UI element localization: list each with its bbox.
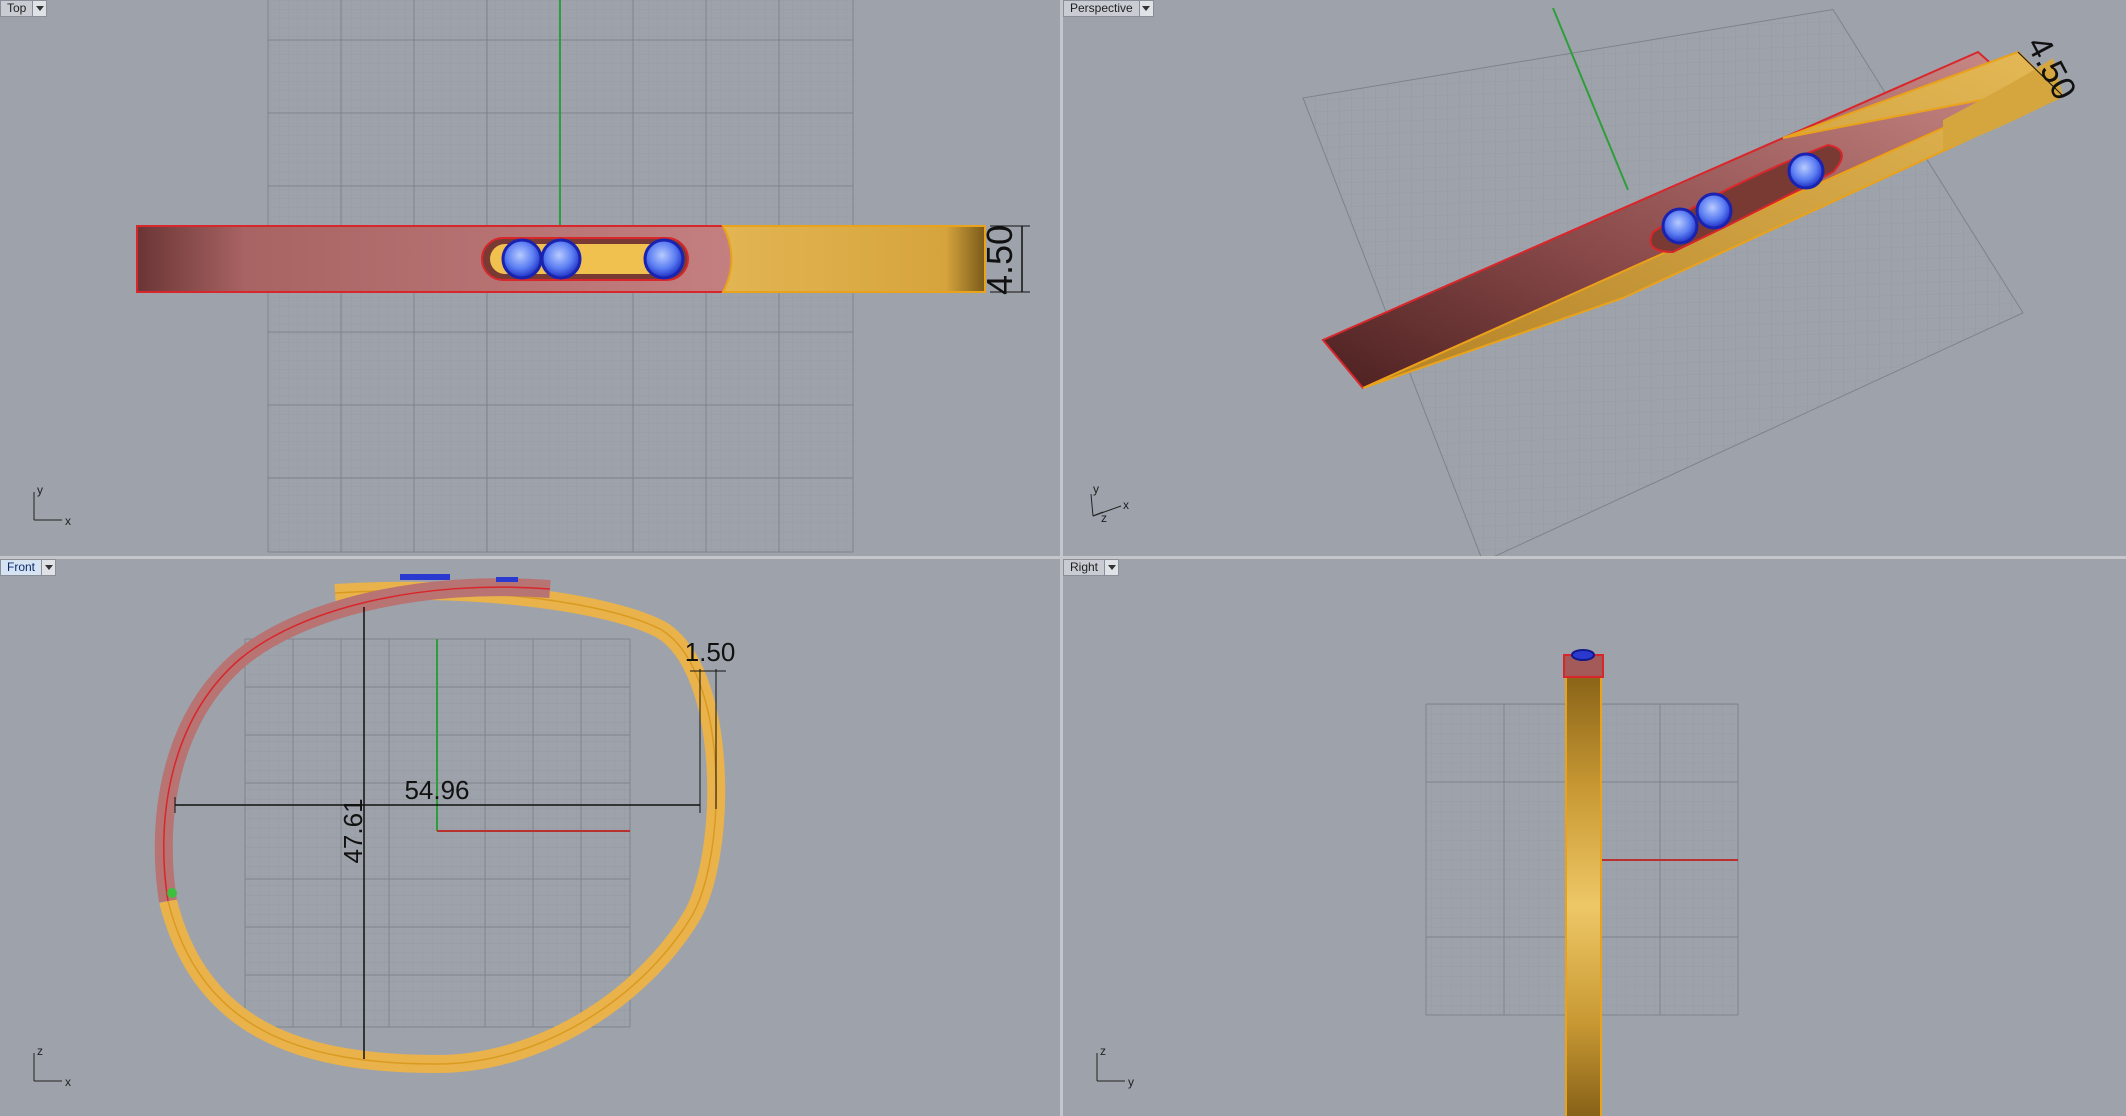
- chevron-down-icon[interactable]: [42, 559, 57, 576]
- viewport-perspective-tab[interactable]: Perspective: [1063, 0, 1154, 17]
- chevron-down-icon[interactable]: [1139, 0, 1154, 17]
- viewport-right[interactable]: Right z y: [1063, 559, 2126, 1116]
- svg-text:x: x: [65, 1075, 71, 1089]
- viewport-layout: Top 4.50 y x Perspective 4.50 y x z Fron…: [0, 0, 2126, 1116]
- svg-text:z: z: [1100, 1044, 1106, 1058]
- viewport-right-title[interactable]: Right: [1063, 559, 1106, 576]
- dimension-text-thickness: 1.50: [685, 637, 736, 667]
- gem-stone[interactable]: [1571, 649, 1595, 661]
- axes-icon: y x: [33, 483, 71, 528]
- dimension-text-height: 47.61: [338, 798, 368, 863]
- viewport-front[interactable]: Front 54.96 47.61 1.50 z x: [0, 559, 1060, 1116]
- viewport-top-title[interactable]: Top: [0, 0, 34, 17]
- axes-icon: z x: [33, 1044, 71, 1089]
- axes-icon: z y: [1096, 1044, 1134, 1089]
- svg-text:x: x: [65, 514, 71, 528]
- viewport-top[interactable]: Top 4.50 y x: [0, 0, 1060, 556]
- gold-band[interactable]: [721, 225, 986, 293]
- svg-text:x: x: [1123, 498, 1129, 512]
- svg-text:y: y: [1093, 482, 1099, 496]
- svg-text:y: y: [1128, 1075, 1134, 1089]
- viewport-right-tab[interactable]: Right: [1063, 559, 1120, 576]
- gold-band-side[interactable]: [1565, 676, 1602, 1116]
- chevron-down-icon[interactable]: [1105, 559, 1120, 576]
- svg-text:y: y: [37, 483, 43, 497]
- viewport-perspective[interactable]: Perspective 4.50 y x z: [1063, 0, 2126, 556]
- top-view-scene: 4.50: [136, 0, 1030, 553]
- seam-point[interactable]: [167, 888, 177, 898]
- dimension-text-top: 4.50: [979, 225, 1020, 295]
- dimension-text-width: 54.96: [404, 775, 469, 805]
- viewport-front-tab[interactable]: Front: [0, 559, 57, 576]
- viewport-perspective-title[interactable]: Perspective: [1063, 0, 1140, 17]
- axes-icon: y x z: [1090, 482, 1129, 525]
- svg-text:z: z: [1101, 511, 1107, 525]
- svg-text:z: z: [37, 1044, 43, 1058]
- front-view-scene: 54.96 47.61 1.50: [154, 574, 736, 1074]
- viewport-top-tab[interactable]: Top: [0, 0, 48, 17]
- right-view-scene: [1425, 649, 1739, 1116]
- chevron-down-icon[interactable]: [33, 0, 48, 17]
- perspective-view-scene: 4.50: [1302, 7, 2084, 556]
- viewport-front-title[interactable]: Front: [0, 559, 43, 576]
- dimension-4-50[interactable]: 4.50: [979, 225, 1030, 295]
